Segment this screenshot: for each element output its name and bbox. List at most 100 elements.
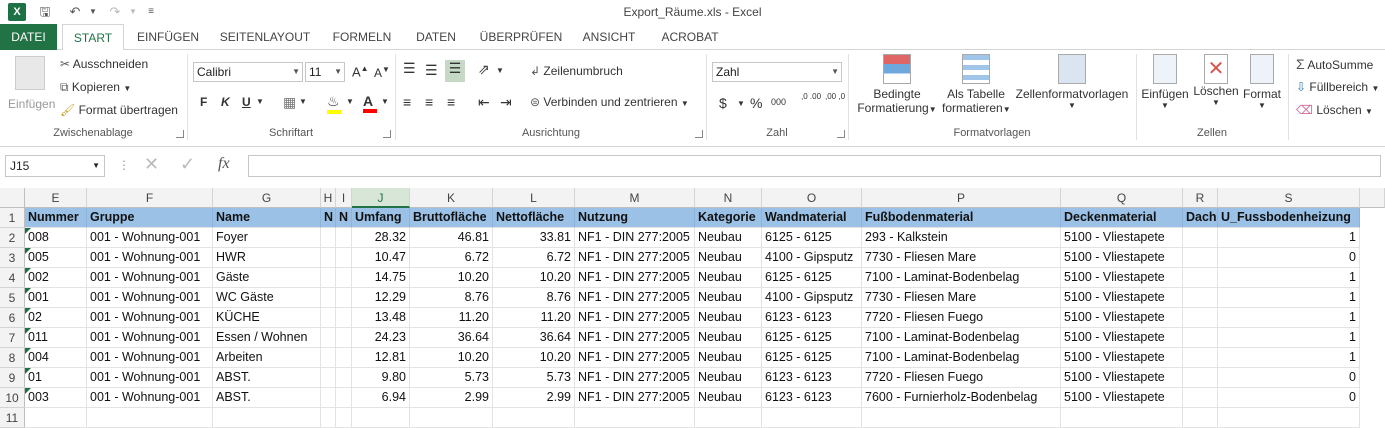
cell-r7[interactable] (1183, 328, 1218, 348)
cell-p10[interactable]: 7600 - Furnierholz-Bodenbelag (862, 388, 1061, 408)
formula-input[interactable] (248, 155, 1381, 177)
row-header-6[interactable]: 6 (0, 308, 25, 328)
column-header-l[interactable]: L (493, 188, 575, 208)
alignment-launcher-icon[interactable] (695, 130, 703, 138)
cell-r8[interactable] (1183, 348, 1218, 368)
tab-data[interactable]: DATEN (406, 24, 466, 50)
italic-button[interactable]: K (221, 95, 230, 109)
align-bottom-icon[interactable]: ☰ (445, 60, 465, 82)
cell-p5[interactable]: 7730 - Fliesen Mare (862, 288, 1061, 308)
cell-o7[interactable]: 6125 - 6125 (762, 328, 862, 348)
merge-center-button[interactable]: ⊜ Verbinden und zentrieren ▼ (530, 95, 689, 109)
font-size-select[interactable]: 11 ▼ (305, 62, 345, 82)
header-cell-p[interactable]: Fußbodenmaterial (862, 208, 1061, 228)
cell-o3[interactable]: 4100 - Gipsputz (762, 248, 862, 268)
cell-i3[interactable] (336, 248, 352, 268)
cell-k6[interactable]: 11.20 (410, 308, 493, 328)
cell-m6[interactable]: NF1 - DIN 277:2005 (575, 308, 695, 328)
increase-decimal-button[interactable]: ,0 .00 (801, 93, 821, 101)
thousands-button[interactable]: 000 (771, 97, 786, 107)
cell-q5[interactable]: 5100 - Vliestapete (1061, 288, 1183, 308)
column-header-j[interactable]: J (352, 188, 410, 208)
align-right-icon[interactable]: ≡ (447, 94, 455, 110)
cell-q4[interactable]: 5100 - Vliestapete (1061, 268, 1183, 288)
cell-k8[interactable]: 10.20 (410, 348, 493, 368)
header-cell-g[interactable]: Name (213, 208, 321, 228)
number-launcher-icon[interactable] (837, 130, 845, 138)
cell-g8[interactable]: Arbeiten (213, 348, 321, 368)
cell-n3[interactable]: Neubau (695, 248, 762, 268)
cell-r11[interactable] (1183, 408, 1218, 428)
row-header-1[interactable]: 1 (0, 208, 25, 228)
cell-e10[interactable]: 003 (25, 388, 87, 408)
cell-f7[interactable]: 001 - Wohnung-001 (87, 328, 213, 348)
header-cell-j[interactable]: Umfang (352, 208, 410, 228)
cell-h5[interactable] (321, 288, 336, 308)
cell-g10[interactable]: ABST. (213, 388, 321, 408)
conditional-formatting-button[interactable]: Bedingte Formatierung▼ (852, 54, 942, 115)
chevron-down-icon[interactable]: ▼ (346, 97, 354, 106)
format-cells-button[interactable]: Format ▼ (1240, 54, 1284, 110)
cell-i6[interactable] (336, 308, 352, 328)
bold-button[interactable]: F (200, 95, 207, 109)
paste-button[interactable]: Einfügen (8, 54, 55, 122)
cell-f9[interactable]: 001 - Wohnung-001 (87, 368, 213, 388)
header-cell-h[interactable]: N (321, 208, 336, 228)
cell-h2[interactable] (321, 228, 336, 248)
cell-q11[interactable] (1061, 408, 1183, 428)
cell-i11[interactable] (336, 408, 352, 428)
row-header-3[interactable]: 3 (0, 248, 25, 268)
underline-button[interactable]: U (242, 95, 251, 109)
cell-o2[interactable]: 6125 - 6125 (762, 228, 862, 248)
cell-q10[interactable]: 5100 - Vliestapete (1061, 388, 1183, 408)
fill-button[interactable]: ⇩ Füllbereich ▼ (1296, 80, 1379, 94)
tab-page-layout[interactable]: SEITENLAYOUT (214, 24, 316, 50)
header-cell-n[interactable]: Kategorie (695, 208, 762, 228)
cell-s10[interactable]: 0 (1218, 388, 1360, 408)
cell-i2[interactable] (336, 228, 352, 248)
cell-f3[interactable]: 001 - Wohnung-001 (87, 248, 213, 268)
cell-h3[interactable] (321, 248, 336, 268)
cell-o6[interactable]: 6123 - 6123 (762, 308, 862, 328)
column-header-k[interactable]: K (410, 188, 493, 208)
cell-k3[interactable]: 6.72 (410, 248, 493, 268)
cell-f5[interactable]: 001 - Wohnung-001 (87, 288, 213, 308)
row-header-8[interactable]: 8 (0, 348, 25, 368)
cell-n6[interactable]: Neubau (695, 308, 762, 328)
header-cell-e[interactable]: Nummer (25, 208, 87, 228)
cell-m5[interactable]: NF1 - DIN 277:2005 (575, 288, 695, 308)
column-header-n[interactable]: N (695, 188, 762, 208)
cell-p2[interactable]: 293 - Kalkstein (862, 228, 1061, 248)
cell-m4[interactable]: NF1 - DIN 277:2005 (575, 268, 695, 288)
enter-icon[interactable]: ✓ (180, 154, 195, 175)
chevron-down-icon[interactable]: ▼ (381, 97, 389, 106)
header-cell-q[interactable]: Deckenmaterial (1061, 208, 1183, 228)
cell-k2[interactable]: 46.81 (410, 228, 493, 248)
column-header-r[interactable]: R (1183, 188, 1218, 208)
cell-e6[interactable]: 02 (25, 308, 87, 328)
cell-s7[interactable]: 1 (1218, 328, 1360, 348)
cell-e5[interactable]: 001 (25, 288, 87, 308)
insert-function-icon[interactable]: fx (218, 155, 230, 173)
cell-k4[interactable]: 10.20 (410, 268, 493, 288)
cell-j11[interactable] (352, 408, 410, 428)
cell-s11[interactable] (1218, 408, 1360, 428)
cell-f8[interactable]: 001 - Wohnung-001 (87, 348, 213, 368)
header-cell-r[interactable]: Dach (1183, 208, 1218, 228)
orientation-icon[interactable]: ⇗ (478, 61, 490, 78)
font-color-icon[interactable]: A (363, 93, 377, 113)
cell-f11[interactable] (87, 408, 213, 428)
cell-j6[interactable]: 13.48 (352, 308, 410, 328)
header-cell-i[interactable]: N (336, 208, 352, 228)
cell-s6[interactable]: 1 (1218, 308, 1360, 328)
increase-indent-icon[interactable]: ⇥ (500, 94, 512, 111)
grow-font-icon[interactable]: A▲ (352, 64, 369, 79)
cell-k10[interactable]: 2.99 (410, 388, 493, 408)
cell-g5[interactable]: WC Gäste (213, 288, 321, 308)
copy-button[interactable]: ⧉ Kopieren ▼ (60, 80, 131, 95)
header-cell-o[interactable]: Wandmaterial (762, 208, 862, 228)
cell-q3[interactable]: 5100 - Vliestapete (1061, 248, 1183, 268)
cell-o11[interactable] (762, 408, 862, 428)
cell-r6[interactable] (1183, 308, 1218, 328)
font-launcher-icon[interactable] (383, 130, 391, 138)
